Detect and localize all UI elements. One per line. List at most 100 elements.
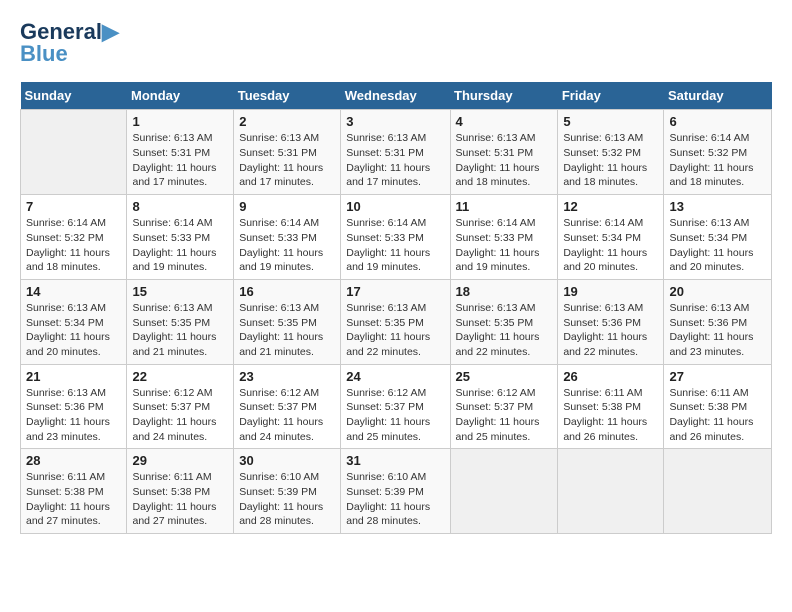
calendar-cell: 29 Sunrise: 6:11 AM Sunset: 5:38 PM Dayli… [127, 449, 234, 534]
weekday-header-wednesday: Wednesday [341, 82, 450, 110]
calendar-week-3: 14Sunrise: 6:13 AM Sunset: 5:34 PM Dayli… [21, 279, 772, 364]
day-number: 21 [26, 369, 121, 384]
calendar-cell: 24 Sunrise: 6:12 AM Sunset: 5:37 PM Dayli… [341, 364, 450, 449]
day-number: 25 [456, 369, 553, 384]
day-detail: Sunrise: 6:14 AM Sunset: 5:33 PM Dayligh… [346, 216, 444, 275]
calendar-cell: 7Sunrise: 6:14 AM Sunset: 5:32 PM Daylig… [21, 195, 127, 280]
weekday-header-monday: Monday [127, 82, 234, 110]
calendar-table: SundayMondayTuesdayWednesdayThursdayFrid… [20, 82, 772, 534]
day-detail: Sunrise: 6:13 AM Sunset: 5:31 PM Dayligh… [132, 131, 228, 190]
day-number: 20 [669, 284, 766, 299]
day-number: 17 [346, 284, 444, 299]
day-number: 2 [239, 114, 335, 129]
calendar-cell: 30 Sunrise: 6:10 AM Sunset: 5:39 PM Dayli… [234, 449, 341, 534]
day-detail: Sunrise: 6:14 AM Sunset: 5:33 PM Dayligh… [239, 216, 335, 275]
day-detail: Sunrise: 6:14 AM Sunset: 5:32 PM Dayligh… [26, 216, 121, 275]
day-number: 13 [669, 199, 766, 214]
day-detail: Sunrise: 6:12 AM Sunset: 5:37 PM Dayligh… [132, 386, 228, 445]
calendar-cell: 21 Sunrise: 6:13 AM Sunset: 5:36 PM Dayli… [21, 364, 127, 449]
calendar-week-4: 21 Sunrise: 6:13 AM Sunset: 5:36 PM Dayli… [21, 364, 772, 449]
calendar-cell: 17 Sunrise: 6:13 AM Sunset: 5:35 PM Dayli… [341, 279, 450, 364]
calendar-cell: 15Sunrise: 6:13 AM Sunset: 5:35 PM Dayli… [127, 279, 234, 364]
day-detail: Sunrise: 6:10 AM Sunset: 5:39 PM Dayligh… [346, 470, 444, 529]
day-number: 28 [26, 453, 121, 468]
day-number: 1 [132, 114, 228, 129]
day-detail: Sunrise: 6:10 AM Sunset: 5:39 PM Dayligh… [239, 470, 335, 529]
weekday-header-friday: Friday [558, 82, 664, 110]
day-detail: Sunrise: 6:13 AM Sunset: 5:35 PM Dayligh… [132, 301, 228, 360]
calendar-cell [450, 449, 558, 534]
calendar-cell: 8Sunrise: 6:14 AM Sunset: 5:33 PM Daylig… [127, 195, 234, 280]
logo: General▶ Blue [20, 20, 119, 66]
calendar-cell: 28 Sunrise: 6:11 AM Sunset: 5:38 PM Dayli… [21, 449, 127, 534]
day-detail: Sunrise: 6:14 AM Sunset: 5:32 PM Dayligh… [669, 131, 766, 190]
calendar-cell: 10Sunrise: 6:14 AM Sunset: 5:33 PM Dayli… [341, 195, 450, 280]
day-detail: Sunrise: 6:13 AM Sunset: 5:31 PM Dayligh… [346, 131, 444, 190]
day-number: 27 [669, 369, 766, 384]
weekday-header-thursday: Thursday [450, 82, 558, 110]
day-detail: Sunrise: 6:11 AM Sunset: 5:38 PM Dayligh… [563, 386, 658, 445]
day-detail: Sunrise: 6:13 AM Sunset: 5:31 PM Dayligh… [456, 131, 553, 190]
calendar-cell: 20Sunrise: 6:13 AM Sunset: 5:36 PM Dayli… [664, 279, 772, 364]
calendar-cell: 27Sunrise: 6:11 AM Sunset: 5:38 PM Dayli… [664, 364, 772, 449]
day-number: 16 [239, 284, 335, 299]
day-number: 24 [346, 369, 444, 384]
calendar-cell: 12 Sunrise: 6:14 AM Sunset: 5:34 PM Dayli… [558, 195, 664, 280]
day-detail: Sunrise: 6:13 AM Sunset: 5:36 PM Dayligh… [563, 301, 658, 360]
calendar-cell [21, 110, 127, 195]
calendar-cell: 6 Sunrise: 6:14 AM Sunset: 5:32 PM Daylig… [664, 110, 772, 195]
day-number: 30 [239, 453, 335, 468]
day-number: 29 [132, 453, 228, 468]
day-number: 4 [456, 114, 553, 129]
calendar-week-5: 28 Sunrise: 6:11 AM Sunset: 5:38 PM Dayli… [21, 449, 772, 534]
day-detail: Sunrise: 6:14 AM Sunset: 5:33 PM Dayligh… [456, 216, 553, 275]
calendar-cell: 11 Sunrise: 6:14 AM Sunset: 5:33 PM Dayli… [450, 195, 558, 280]
calendar-cell: 4 Sunrise: 6:13 AM Sunset: 5:31 PM Daylig… [450, 110, 558, 195]
day-detail: Sunrise: 6:13 AM Sunset: 5:35 PM Dayligh… [239, 301, 335, 360]
day-detail: Sunrise: 6:14 AM Sunset: 5:34 PM Dayligh… [563, 216, 658, 275]
day-detail: Sunrise: 6:12 AM Sunset: 5:37 PM Dayligh… [346, 386, 444, 445]
calendar-cell: 3Sunrise: 6:13 AM Sunset: 5:31 PM Daylig… [341, 110, 450, 195]
weekday-header-saturday: Saturday [664, 82, 772, 110]
day-number: 19 [563, 284, 658, 299]
day-number: 14 [26, 284, 121, 299]
day-number: 22 [132, 369, 228, 384]
page-header: General▶ Blue [20, 20, 772, 66]
calendar-cell [558, 449, 664, 534]
day-detail: Sunrise: 6:13 AM Sunset: 5:36 PM Dayligh… [26, 386, 121, 445]
day-detail: Sunrise: 6:14 AM Sunset: 5:33 PM Dayligh… [132, 216, 228, 275]
day-detail: Sunrise: 6:13 AM Sunset: 5:35 PM Dayligh… [456, 301, 553, 360]
calendar-cell: 13Sunrise: 6:13 AM Sunset: 5:34 PM Dayli… [664, 195, 772, 280]
day-number: 6 [669, 114, 766, 129]
calendar-cell: 22 Sunrise: 6:12 AM Sunset: 5:37 PM Dayli… [127, 364, 234, 449]
calendar-cell: 14Sunrise: 6:13 AM Sunset: 5:34 PM Dayli… [21, 279, 127, 364]
weekday-header-sunday: Sunday [21, 82, 127, 110]
day-detail: Sunrise: 6:13 AM Sunset: 5:35 PM Dayligh… [346, 301, 444, 360]
calendar-cell: 9 Sunrise: 6:14 AM Sunset: 5:33 PM Daylig… [234, 195, 341, 280]
calendar-cell: 16 Sunrise: 6:13 AM Sunset: 5:35 PM Dayli… [234, 279, 341, 364]
calendar-cell: 19 Sunrise: 6:13 AM Sunset: 5:36 PM Dayli… [558, 279, 664, 364]
day-number: 9 [239, 199, 335, 214]
day-number: 26 [563, 369, 658, 384]
calendar-body: 1 Sunrise: 6:13 AM Sunset: 5:31 PM Daylig… [21, 110, 772, 534]
day-detail: Sunrise: 6:11 AM Sunset: 5:38 PM Dayligh… [26, 470, 121, 529]
calendar-cell: 26 Sunrise: 6:11 AM Sunset: 5:38 PM Dayli… [558, 364, 664, 449]
calendar-cell: 25 Sunrise: 6:12 AM Sunset: 5:37 PM Dayli… [450, 364, 558, 449]
calendar-cell: 18 Sunrise: 6:13 AM Sunset: 5:35 PM Dayli… [450, 279, 558, 364]
weekday-header-row: SundayMondayTuesdayWednesdayThursdayFrid… [21, 82, 772, 110]
calendar-cell: 2 Sunrise: 6:13 AM Sunset: 5:31 PM Daylig… [234, 110, 341, 195]
day-detail: Sunrise: 6:12 AM Sunset: 5:37 PM Dayligh… [456, 386, 553, 445]
day-detail: Sunrise: 6:12 AM Sunset: 5:37 PM Dayligh… [239, 386, 335, 445]
calendar-cell: 1 Sunrise: 6:13 AM Sunset: 5:31 PM Daylig… [127, 110, 234, 195]
day-detail: Sunrise: 6:11 AM Sunset: 5:38 PM Dayligh… [132, 470, 228, 529]
day-number: 5 [563, 114, 658, 129]
day-number: 12 [563, 199, 658, 214]
calendar-cell: 23 Sunrise: 6:12 AM Sunset: 5:37 PM Dayli… [234, 364, 341, 449]
day-number: 11 [456, 199, 553, 214]
day-number: 23 [239, 369, 335, 384]
logo-blue: Blue [20, 42, 68, 66]
calendar-cell [664, 449, 772, 534]
day-number: 18 [456, 284, 553, 299]
day-detail: Sunrise: 6:13 AM Sunset: 5:32 PM Dayligh… [563, 131, 658, 190]
day-detail: Sunrise: 6:13 AM Sunset: 5:31 PM Dayligh… [239, 131, 335, 190]
